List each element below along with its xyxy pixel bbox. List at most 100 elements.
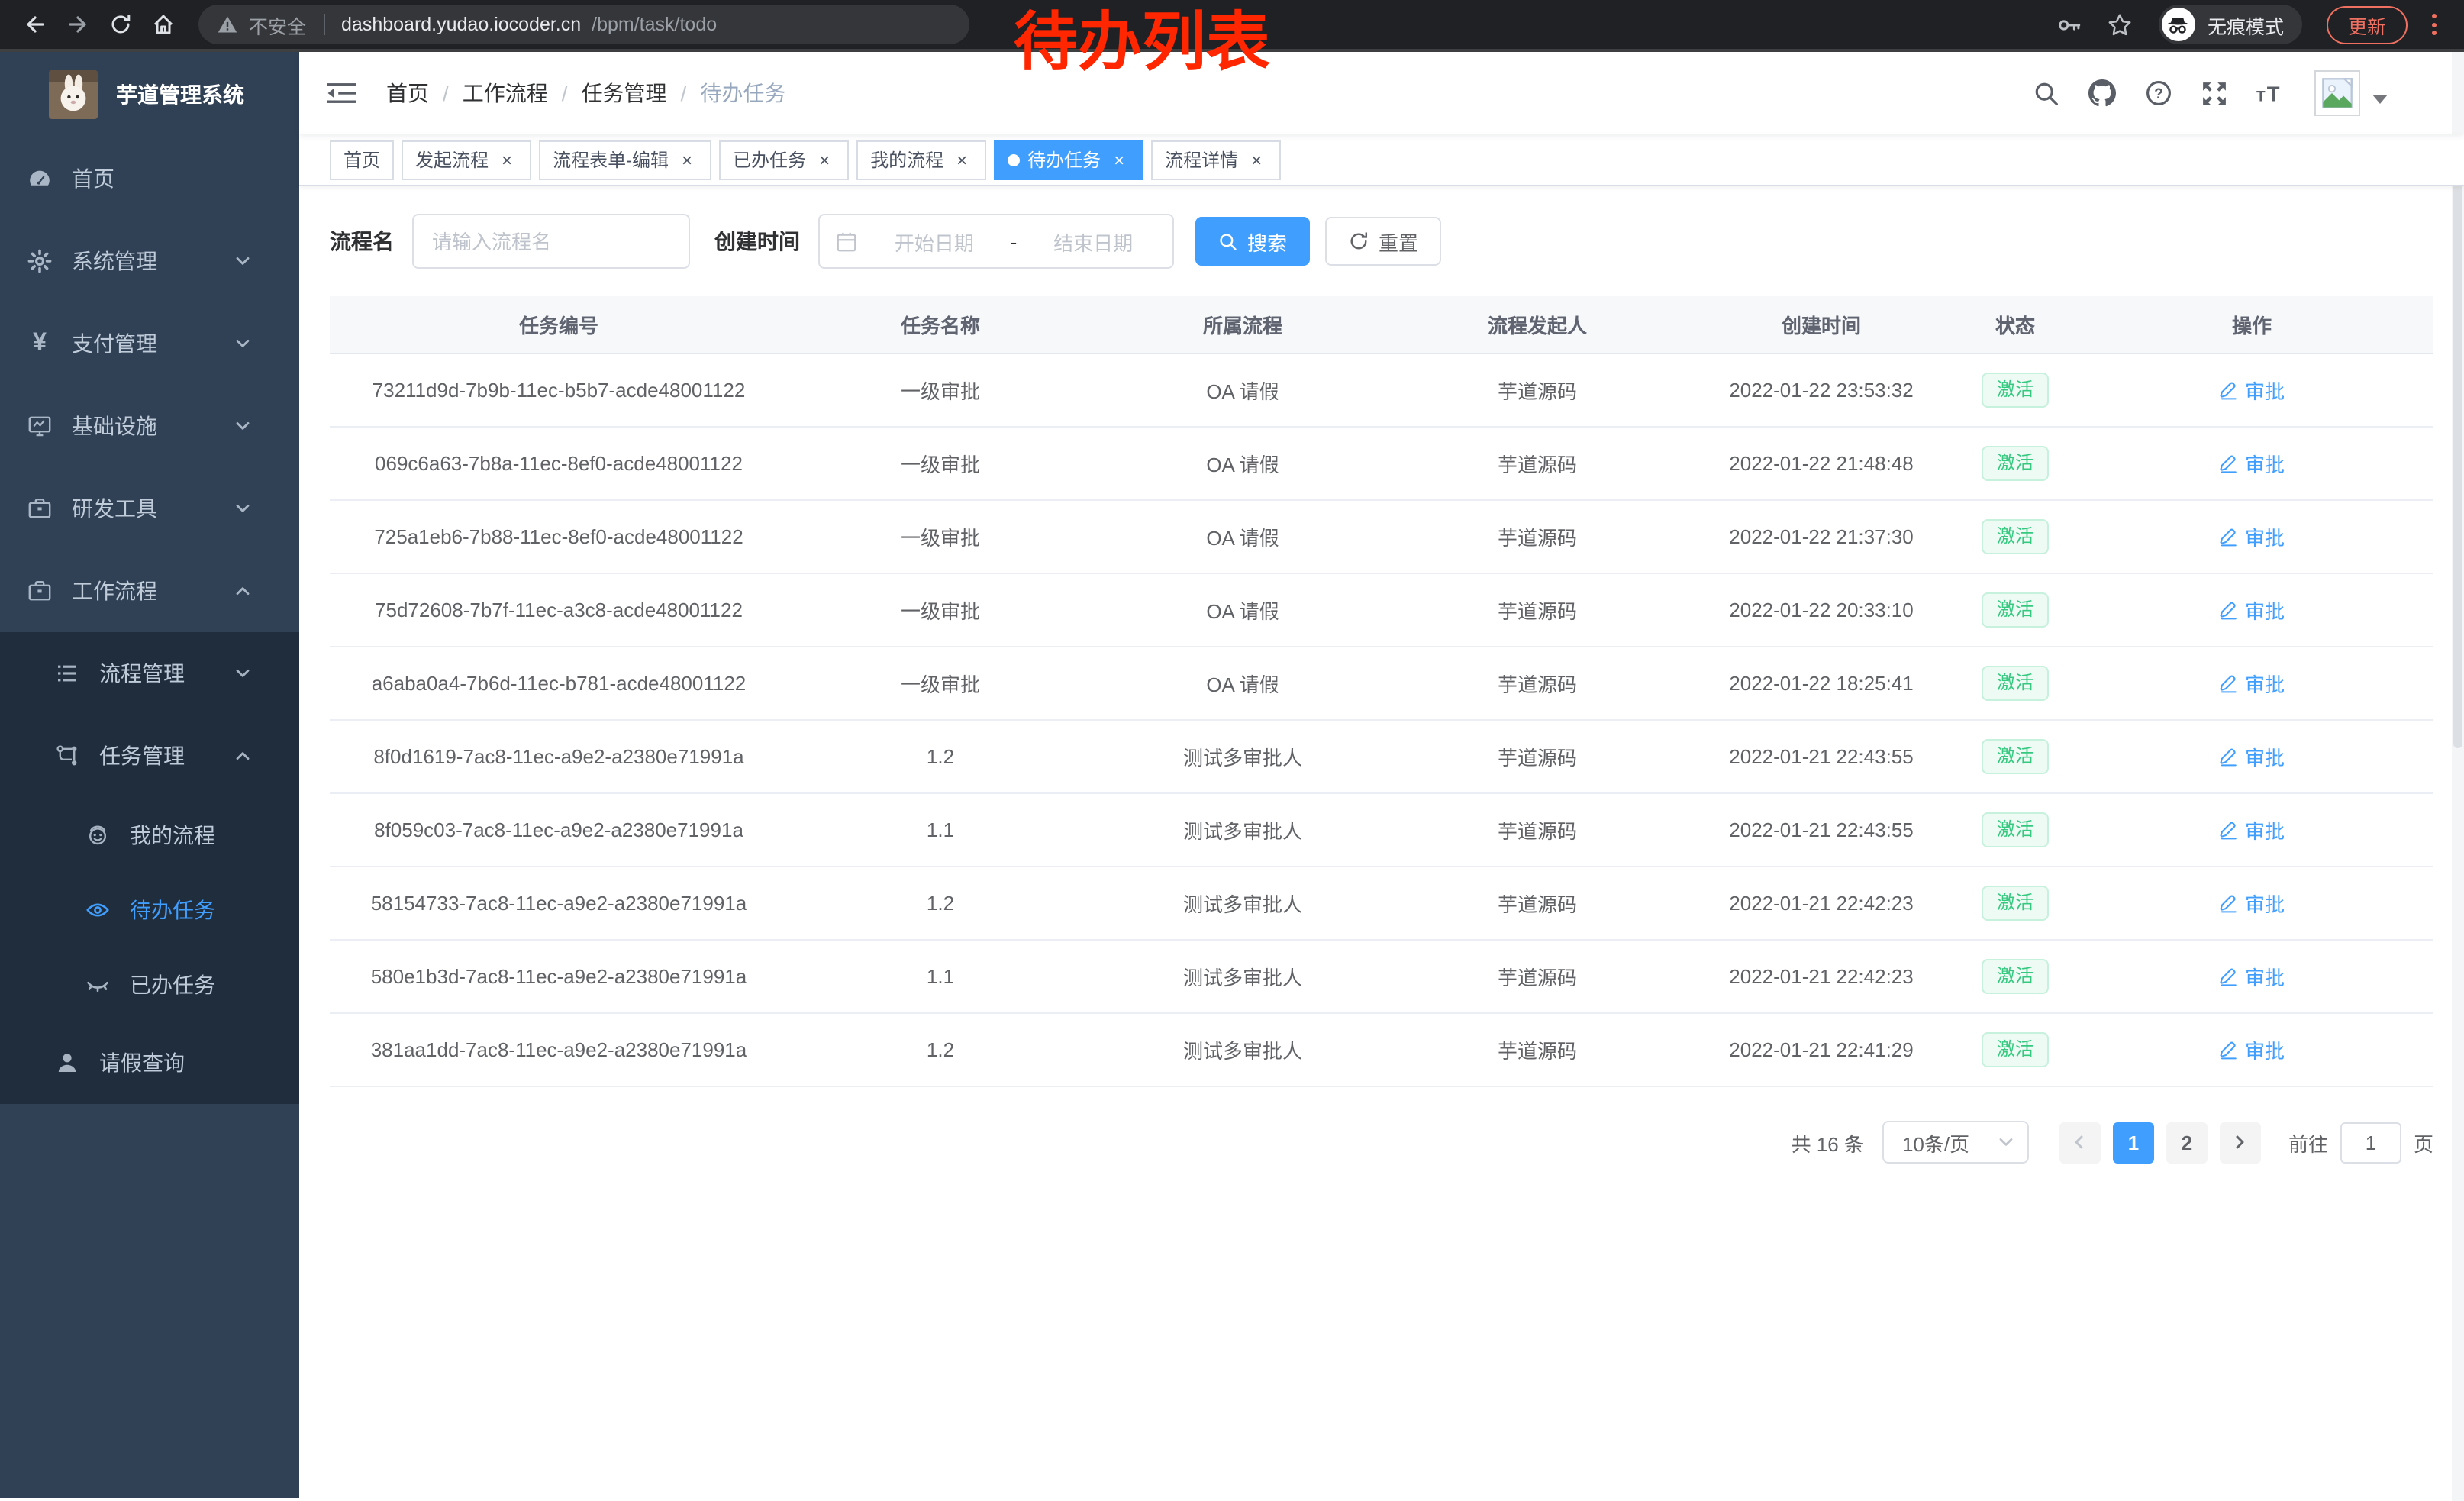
tab-close-icon[interactable]: × — [676, 149, 698, 170]
approve-link[interactable]: 审批 — [2219, 522, 2285, 551]
tab-5[interactable]: 我的流程× — [856, 140, 986, 179]
approve-link[interactable]: 审批 — [2219, 669, 2285, 698]
tab-7[interactable]: 流程详情× — [1151, 140, 1281, 179]
column-header: 操作 — [2070, 310, 2433, 339]
sidebar-toggle-icon[interactable] — [321, 75, 362, 111]
sidebar-item-label: 我的流程 — [130, 819, 215, 850]
sidebar-item-6[interactable]: 工作流程 — [0, 550, 299, 632]
help-icon[interactable]: ? — [2145, 79, 2172, 107]
breadcrumb-item-3[interactable]: 任务管理 — [582, 78, 667, 108]
chevron-up-icon — [231, 747, 255, 765]
status-badge: 激活 — [1982, 592, 2049, 628]
tab-close-icon[interactable]: × — [1246, 149, 1267, 170]
created-cell: 2022-01-21 22:43:55 — [1682, 818, 1960, 841]
avatar-caret-icon[interactable] — [2372, 95, 2388, 104]
status-badge: 激活 — [1982, 1032, 2049, 1067]
sidebar-item-4[interactable]: 基础设施 — [0, 385, 299, 467]
font-size-icon[interactable]: TT — [2256, 80, 2285, 106]
table-row-3: 725a1eb6-7b88-11ec-8ef0-acde48001122一级审批… — [330, 501, 2433, 574]
starter-cell: 芋道源码 — [1392, 815, 1682, 844]
browser-menu-icon[interactable] — [2420, 8, 2449, 41]
search-icon[interactable] — [2033, 80, 2059, 106]
next-page-button[interactable] — [2220, 1122, 2261, 1163]
created-cell: 2022-01-22 18:25:41 — [1682, 672, 1960, 695]
reload-icon[interactable] — [101, 5, 140, 44]
task-id-cell: 73211d9d-7b9b-11ec-b5b7-acde48001122 — [330, 379, 788, 402]
table-row-9: 580e1b3d-7ac8-11ec-a9e2-a2380e71991a1.1测… — [330, 941, 2433, 1014]
column-header: 所属流程 — [1093, 310, 1392, 339]
bookmark-star-icon[interactable] — [2107, 11, 2133, 37]
approve-link[interactable]: 审批 — [2219, 1035, 2285, 1064]
home-icon[interactable] — [144, 5, 183, 44]
sidebar-item-1[interactable]: 首页 — [0, 137, 299, 220]
goto-page-input[interactable] — [2340, 1122, 2401, 1163]
sidebar-item-8[interactable]: 任务管理 — [0, 715, 299, 797]
process-name-input[interactable] — [412, 214, 690, 269]
goto-label: 前往 — [2288, 1128, 2328, 1157]
sidebar-item-3[interactable]: ¥支付管理 — [0, 302, 299, 385]
tab-close-icon[interactable]: × — [814, 149, 835, 170]
forward-icon[interactable] — [58, 5, 98, 44]
approve-link[interactable]: 审批 — [2219, 889, 2285, 918]
action-cell: 审批 — [2070, 815, 2433, 844]
starter-cell: 芋道源码 — [1392, 669, 1682, 698]
tab-close-icon[interactable]: × — [496, 149, 518, 170]
edit-pen-icon — [2219, 967, 2239, 986]
incognito-badge: 无痕模式 — [2159, 5, 2302, 44]
task-id-cell: 069c6a63-7b8a-11ec-8ef0-acde48001122 — [330, 452, 788, 475]
approve-link[interactable]: 审批 — [2219, 815, 2285, 844]
github-icon[interactable] — [2088, 79, 2116, 107]
approve-link[interactable]: 审批 — [2219, 742, 2285, 771]
address-bar[interactable]: 不安全 dashboard.yudao.iocoder.cn/bpm/task/… — [198, 5, 969, 44]
tab-4[interactable]: 已办任务× — [719, 140, 849, 179]
starter-cell: 芋道源码 — [1392, 596, 1682, 625]
sidebar-item-label: 请假查询 — [99, 1047, 185, 1078]
tab-3[interactable]: 流程表单-编辑× — [539, 140, 711, 179]
approve-link[interactable]: 审批 — [2219, 376, 2285, 405]
back-icon[interactable] — [15, 5, 55, 44]
fullscreen-icon[interactable] — [2201, 80, 2227, 106]
gear-icon — [27, 249, 52, 273]
chevron-down-icon — [231, 417, 255, 435]
svg-text:?: ? — [2154, 86, 2163, 102]
key-icon[interactable] — [2056, 11, 2082, 37]
tab-close-icon[interactable]: × — [951, 149, 972, 170]
edit-pen-icon — [2219, 747, 2239, 767]
tab-1[interactable]: 首页 — [330, 140, 394, 179]
sidebar-logo: 芋道管理系统 — [0, 52, 299, 137]
process-cell: 测试多审批人 — [1093, 889, 1392, 918]
sidebar-item-9[interactable]: 我的流程 — [0, 797, 299, 872]
sidebar-item-2[interactable]: 系统管理 — [0, 220, 299, 302]
prev-page-button[interactable] — [2059, 1122, 2101, 1163]
tab-2[interactable]: 发起流程× — [402, 140, 531, 179]
sidebar-item-11[interactable]: 已办任务 — [0, 947, 299, 1022]
sidebar-item-5[interactable]: 研发工具 — [0, 467, 299, 550]
update-button[interactable]: 更新 — [2327, 5, 2408, 44]
tab-6[interactable]: 待办任务× — [994, 140, 1143, 179]
sidebar-menu: 首页系统管理¥支付管理基础设施研发工具工作流程流程管理任务管理我的流程待办任务已… — [0, 137, 299, 1104]
avatar[interactable] — [2314, 70, 2360, 116]
sidebar-item-12[interactable]: 请假查询 — [0, 1022, 299, 1104]
search-button[interactable]: 搜索 — [1195, 217, 1310, 266]
page-button-2[interactable]: 2 — [2166, 1122, 2208, 1163]
table-row-1: 73211d9d-7b9b-11ec-b5b7-acde48001122一级审批… — [330, 354, 2433, 428]
approve-link[interactable]: 审批 — [2219, 962, 2285, 991]
pagination: 共 16 条 10条/页 12 前往 页 — [330, 1121, 2433, 1164]
date-range-picker[interactable]: 开始日期 - 结束日期 — [818, 214, 1174, 269]
sidebar-item-10[interactable]: 待办任务 — [0, 872, 299, 947]
breadcrumb-item-2[interactable]: 工作流程 — [463, 78, 548, 108]
page-button-1[interactable]: 1 — [2113, 1122, 2154, 1163]
approve-link[interactable]: 审批 — [2219, 449, 2285, 478]
task-name-cell: 1.2 — [788, 745, 1093, 768]
goto-unit: 页 — [2414, 1128, 2433, 1157]
page-size-select[interactable]: 10条/页 — [1882, 1121, 2029, 1164]
approve-link[interactable]: 审批 — [2219, 596, 2285, 625]
scrollbar-thumb[interactable] — [2453, 137, 2462, 748]
sidebar-item-7[interactable]: 流程管理 — [0, 632, 299, 715]
sidebar-item-label: 已办任务 — [130, 969, 215, 999]
breadcrumb-item-1[interactable]: 首页 — [386, 78, 429, 108]
process-cell: OA 请假 — [1093, 596, 1392, 625]
reset-button[interactable]: 重置 — [1325, 217, 1441, 266]
breadcrumb-separator: / — [681, 81, 687, 105]
tab-close-icon[interactable]: × — [1108, 149, 1130, 170]
